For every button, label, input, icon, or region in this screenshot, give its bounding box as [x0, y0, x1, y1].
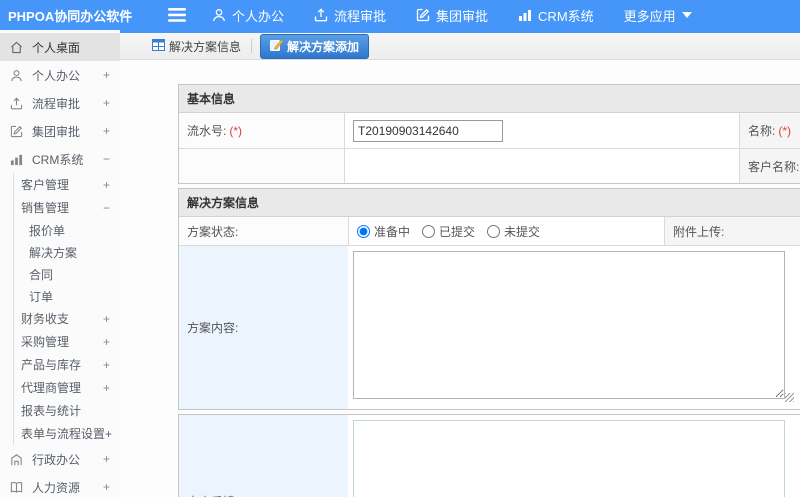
- tab-solution-add[interactable]: 解决方案添加: [260, 33, 370, 59]
- upload-icon: [10, 97, 25, 110]
- section-title-basic-info: 基本信息: [179, 85, 800, 113]
- resize-handle-icon[interactable]: [785, 393, 794, 402]
- sidebar-item-order[interactable]: 订单: [13, 285, 120, 307]
- customer-feedback-section: 客户反馈:: [178, 414, 800, 497]
- edit-icon: [10, 125, 25, 138]
- sidebar-item-group-approval[interactable]: 集团审批 +: [0, 117, 120, 145]
- sidebar-item-agent-management[interactable]: 代理商管理 +: [13, 376, 120, 399]
- attachment-upload-label: 附件上传:: [664, 217, 800, 245]
- serial-number-label: 流水号: (*): [179, 113, 344, 148]
- book-icon: [10, 481, 25, 494]
- upload-icon: [314, 8, 328, 22]
- status-radio-submitted[interactable]: [422, 224, 436, 238]
- serial-number-input[interactable]: [353, 119, 503, 142]
- feedback-textarea-cell: [348, 415, 800, 497]
- nav-workflow-approval[interactable]: 流程审批: [314, 6, 386, 25]
- sidebar-item-customer-management[interactable]: 客户管理 +: [13, 173, 120, 196]
- sidebar-item-crm-system[interactable]: CRM系统 −: [0, 145, 120, 173]
- content-textarea-cell: [348, 246, 800, 409]
- tab-solution-info[interactable]: 解决方案信息: [152, 38, 241, 55]
- name-label: 名称: (*): [739, 113, 800, 148]
- sidebar-item-solution[interactable]: 解决方案: [13, 241, 120, 263]
- top-bar: PHPOA协同办公软件 个人办公 流程审批 集团审批 CRM系统 更多应用: [0, 0, 800, 30]
- customer-name-label: 客户名称: (*): [739, 149, 800, 183]
- status-radio-cell: 准备中 已提交 未提交: [348, 217, 664, 245]
- sidebar-item-form-workflow-settings[interactable]: 表单与流程设置+: [13, 422, 120, 445]
- person-icon: [10, 69, 25, 82]
- status-radio-group: 准备中 已提交 未提交: [357, 223, 548, 240]
- serial-number-cell: [344, 113, 739, 148]
- table-icon: [152, 38, 165, 54]
- status-radio-not-submitted[interactable]: [487, 224, 501, 238]
- tab-separator: [251, 39, 253, 53]
- nav-more-apps[interactable]: 更多应用: [624, 6, 692, 25]
- feedback-textarea[interactable]: [353, 420, 785, 497]
- hamburger-menu-icon[interactable]: [168, 8, 186, 22]
- table-row: 方案状态: 准备中 已提交 未提交 附件上传:: [179, 217, 800, 245]
- tab-bar: 解决方案信息 解决方案添加: [120, 33, 800, 60]
- edit-pen-icon: [270, 38, 284, 54]
- solution-add-form: 基本信息 流水号: (*) 名称: (*) 客户名称:: [120, 60, 800, 497]
- edit-icon: [416, 8, 430, 22]
- content-label: 方案内容:: [179, 246, 348, 409]
- sidebar-item-purchasing[interactable]: 采购管理 +: [13, 330, 120, 353]
- building-icon: [10, 453, 25, 466]
- top-navigation: 个人办公 流程审批 集团审批 CRM系统 更多应用: [212, 6, 722, 25]
- empty-cell: [344, 149, 739, 183]
- basic-info-section: 基本信息 流水号: (*) 名称: (*) 客户名称:: [178, 84, 800, 184]
- bar-chart-icon: [518, 8, 532, 22]
- table-row: 客户反馈:: [179, 415, 800, 497]
- sidebar: 个人桌面 个人办公 + 流程审批 + 集团审批 + CRM系统 − 客户管理 +…: [0, 30, 120, 497]
- table-row: 客户名称: (*): [179, 148, 800, 183]
- empty-label-cell: [179, 149, 344, 183]
- sidebar-item-finance[interactable]: 财务收支 +: [13, 307, 120, 330]
- sidebar-item-quotation[interactable]: 报价单: [13, 219, 120, 241]
- table-row: 方案内容:: [179, 245, 800, 409]
- table-row: 流水号: (*) 名称: (*): [179, 113, 800, 148]
- status-option-label[interactable]: 准备中: [374, 223, 410, 240]
- sidebar-item-workflow-approval[interactable]: 流程审批 +: [0, 89, 120, 117]
- content-textarea[interactable]: [353, 251, 785, 399]
- caret-down-icon: [681, 12, 692, 18]
- status-option-label[interactable]: 已提交: [439, 223, 475, 240]
- status-option-label[interactable]: 未提交: [504, 223, 540, 240]
- sidebar-item-personal-desktop[interactable]: 个人桌面: [0, 33, 120, 61]
- nav-group-approval[interactable]: 集团审批: [416, 6, 488, 25]
- sidebar-item-reports-statistics[interactable]: 报表与统计: [13, 399, 120, 422]
- sidebar-item-contract[interactable]: 合同: [13, 263, 120, 285]
- sidebar-item-product-inventory[interactable]: 产品与库存 +: [13, 353, 120, 376]
- main-content: 解决方案信息 解决方案添加 基本信息 流水号: (*) 名称:: [120, 30, 800, 497]
- sidebar-item-sales-management[interactable]: 销售管理 −: [13, 196, 120, 219]
- status-label: 方案状态:: [179, 217, 348, 245]
- nav-crm-system[interactable]: CRM系统: [518, 6, 594, 25]
- required-marker: (*): [778, 123, 792, 138]
- person-icon: [212, 8, 226, 22]
- solution-info-section: 解决方案信息 方案状态: 准备中 已提交 未提交 附件上传: 方案内容:: [178, 188, 800, 410]
- app-logo: PHPOA协同办公软件: [8, 8, 133, 24]
- feedback-label: 客户反馈:: [179, 415, 348, 497]
- nav-personal-office[interactable]: 个人办公: [212, 6, 284, 25]
- sidebar-item-personal-office[interactable]: 个人办公 +: [0, 61, 120, 89]
- home-icon: [10, 41, 25, 54]
- section-title-solution-info: 解决方案信息: [179, 189, 800, 217]
- bar-chart-icon: [10, 153, 25, 166]
- required-marker: (*): [229, 123, 243, 138]
- status-radio-preparing[interactable]: [357, 224, 370, 238]
- sidebar-item-admin-office[interactable]: 行政办公 +: [0, 445, 120, 473]
